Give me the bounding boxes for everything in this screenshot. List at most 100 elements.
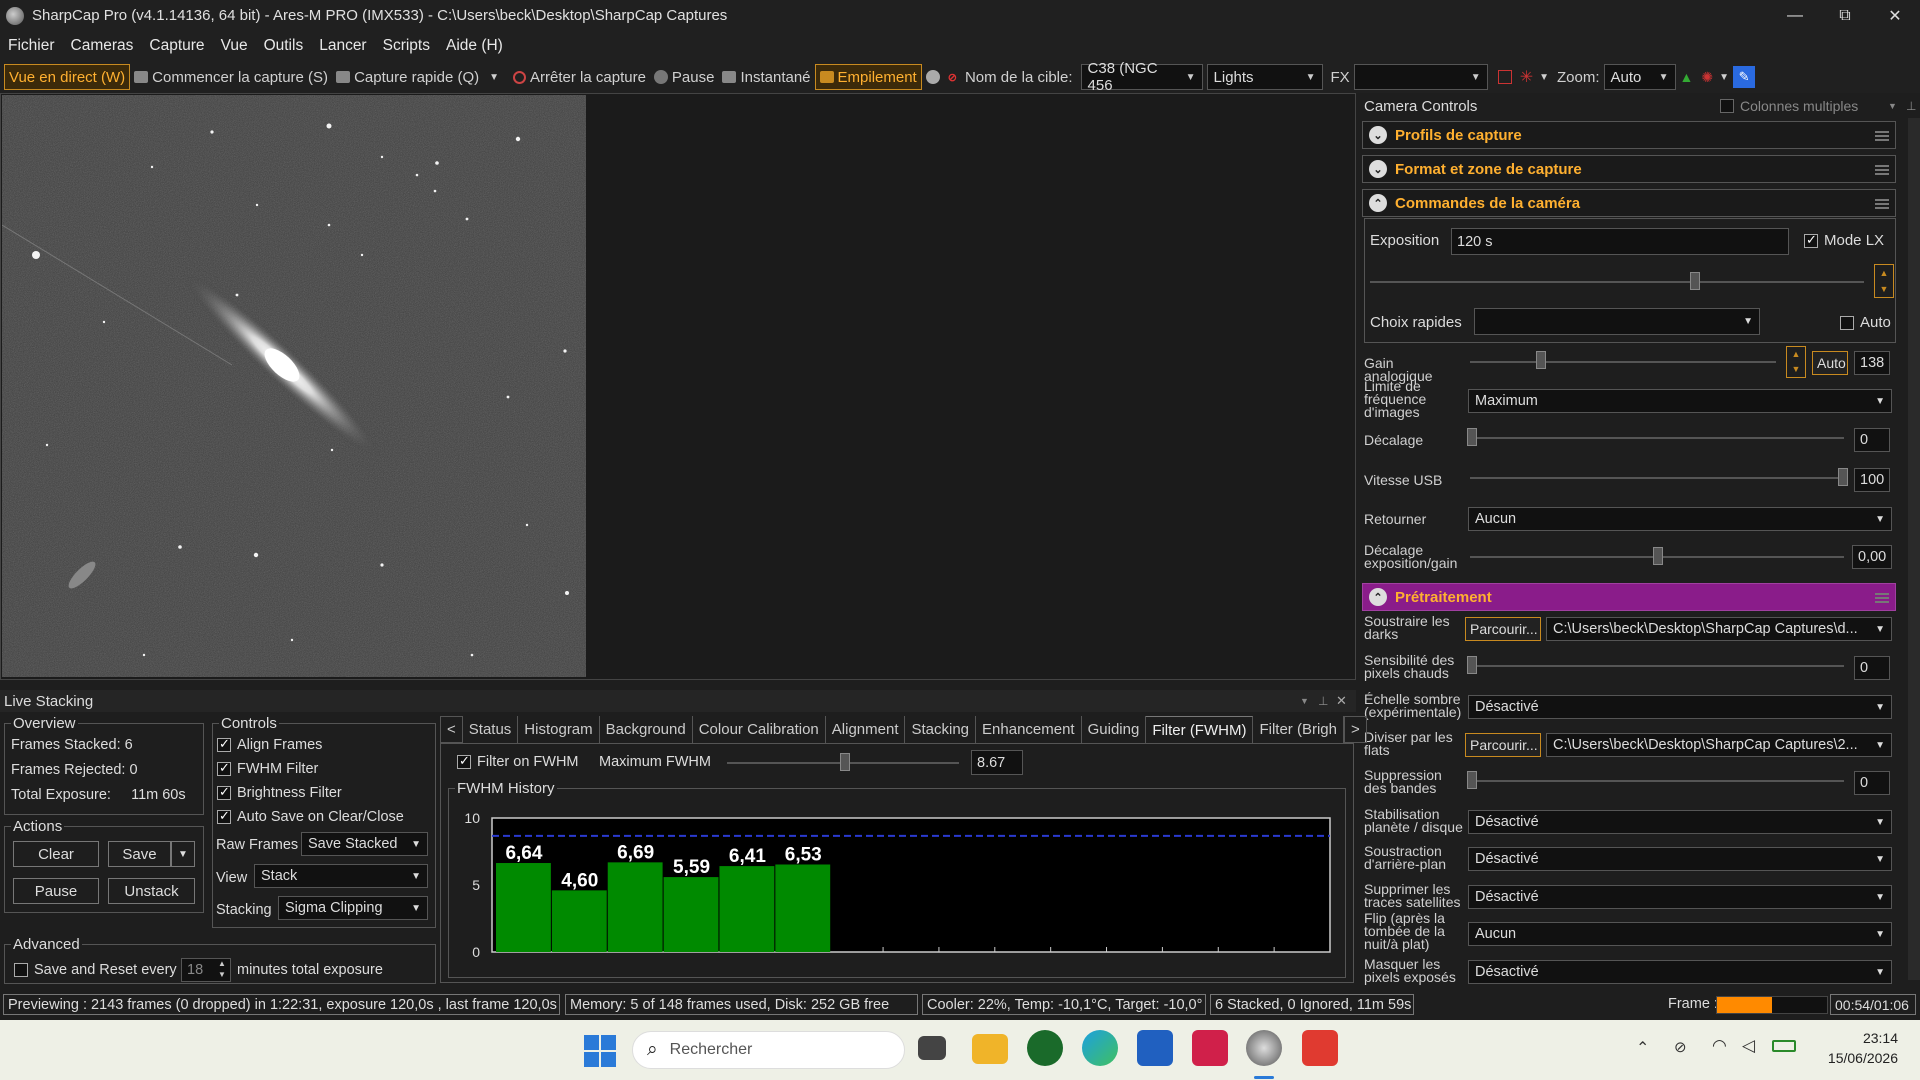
clock-time[interactable]: 23:14 <box>1838 1030 1898 1046</box>
sharpcap-taskbar-icon[interactable] <box>1246 1030 1282 1066</box>
exposure-input[interactable]: 120 s <box>1451 228 1789 255</box>
zoom-select[interactable]: Auto ▼ <box>1603 64 1676 90</box>
mask-pixels-select[interactable]: Désactivé ▼ <box>1468 960 1892 984</box>
restore-button[interactable]: ⧉ <box>1820 0 1870 31</box>
save-reset-checkbox[interactable] <box>14 963 28 977</box>
moon-button[interactable] <box>922 64 944 90</box>
offset-slider-thumb[interactable] <box>1467 428 1477 446</box>
quick-auto-checkbox[interactable] <box>1840 315 1854 330</box>
pin-icon[interactable]: ⊥ <box>1906 99 1916 113</box>
section-camera-commands[interactable]: ⌃ Commandes de la caméra <box>1362 189 1896 217</box>
offset-slider-track[interactable] <box>1470 437 1844 439</box>
multi-columns-option[interactable]: Colonnes multiples <box>1720 98 1858 114</box>
unstack-button[interactable]: Unstack <box>108 878 195 904</box>
gain-slider-thumb[interactable] <box>1536 351 1546 369</box>
snapshot-button[interactable]: Instantané <box>718 64 814 90</box>
flip-meridian-select[interactable]: Aucun ▼ <box>1468 922 1892 946</box>
save-reset-stepper[interactable]: ▲ ▼ <box>213 958 231 982</box>
clear-button[interactable]: Clear <box>13 841 99 867</box>
section-preprocessing[interactable]: ⌃ Prétraitement <box>1362 583 1896 611</box>
focus-button[interactable]: ✺ ▼ <box>1697 64 1733 90</box>
gain-slider-track[interactable] <box>1470 361 1776 363</box>
tab-background[interactable]: Background <box>600 716 693 743</box>
brightness-filter-checkbox[interactable] <box>217 784 231 800</box>
browse-flats-button[interactable]: Parcourir... <box>1465 733 1541 757</box>
lx-mode-checkbox[interactable] <box>1804 232 1818 248</box>
usb-value[interactable]: 100 <box>1854 468 1890 492</box>
menu-tools[interactable]: Outils <box>256 37 312 55</box>
app-red-icon[interactable] <box>1192 1030 1228 1066</box>
chevron-down-icon[interactable]: ▼ <box>1300 696 1309 706</box>
store-icon[interactable] <box>1137 1030 1173 1066</box>
menu-launch[interactable]: Lancer <box>311 37 374 55</box>
banding-value[interactable]: 0 <box>1854 771 1890 795</box>
clock-date[interactable]: 15/06/2026 <box>1818 1050 1898 1066</box>
volume-icon[interactable]: ◁ <box>1742 1036 1755 1056</box>
hot-pixel-slider-track[interactable] <box>1470 665 1844 667</box>
sat-trails-select[interactable]: Désactivé ▼ <box>1468 885 1892 909</box>
auto-save-option[interactable]: Auto Save on Clear/Close <box>217 808 404 825</box>
task-view-icon[interactable] <box>918 1036 946 1060</box>
target-name-select[interactable]: C38 (NGC 456 ▼ <box>1080 60 1203 94</box>
pin-icon[interactable]: ⊥ <box>1318 694 1328 708</box>
histogram-button[interactable]: ▲ <box>1676 64 1698 90</box>
battery-icon[interactable] <box>1772 1040 1796 1052</box>
pause-stacking-button[interactable]: Pause <box>13 878 99 904</box>
start-capture-button[interactable]: Commencer la capture (S) <box>130 64 332 90</box>
exp-gain-slider-thumb[interactable] <box>1653 547 1663 565</box>
save-reset-option[interactable]: Save and Reset every <box>14 962 177 978</box>
frame-type-select[interactable]: Lights ▼ <box>1206 64 1323 90</box>
hot-pixel-value[interactable]: 0 <box>1854 656 1890 680</box>
view-select[interactable]: Stack ▼ <box>254 864 428 888</box>
align-frames-option[interactable]: Align Frames <box>217 736 322 753</box>
stacking-method-select[interactable]: Sigma Clipping ▼ <box>278 896 428 920</box>
raw-frames-select[interactable]: Save Stacked ▼ <box>301 832 428 856</box>
gain-stepper[interactable]: ▲ ▼ <box>1786 346 1806 378</box>
planet-stab-select[interactable]: Désactivé ▼ <box>1468 810 1892 834</box>
close-icon[interactable]: ✕ <box>1336 693 1347 709</box>
tab-scroll-left[interactable]: < <box>440 716 463 743</box>
live-view-button[interactable]: Vue en direct (W) <box>4 64 131 90</box>
banding-slider-thumb[interactable] <box>1467 771 1477 789</box>
gain-value[interactable]: 138 <box>1854 351 1890 375</box>
network-off-icon[interactable]: ⊘ <box>1674 1038 1687 1056</box>
menu-cameras[interactable]: Cameras <box>63 37 142 55</box>
tab-colour-calibration[interactable]: Colour Calibration <box>693 716 826 743</box>
dark-scale-select[interactable]: Désactivé ▼ <box>1468 695 1892 719</box>
menu-scripts[interactable]: Scripts <box>375 37 438 55</box>
minimize-button[interactable]: — <box>1770 0 1820 31</box>
exposure-slider-thumb[interactable] <box>1690 272 1700 290</box>
exp-gain-offset-value[interactable]: 0,00 <box>1852 545 1892 569</box>
menu-icon[interactable] <box>1875 165 1889 175</box>
wifi-icon[interactable]: ◠ <box>1712 1036 1727 1056</box>
hot-pixel-slider-thumb[interactable] <box>1467 656 1477 674</box>
flats-path-select[interactable]: C:\Users\beck\Desktop\SharpCap Captures\… <box>1546 733 1892 757</box>
right-panel-scrollbar[interactable] <box>1908 118 1920 980</box>
tab-filter-fwhm[interactable]: Filter (FWHM) <box>1146 716 1254 743</box>
align-frames-checkbox[interactable] <box>217 736 231 752</box>
fwhm-filter-checkbox[interactable] <box>217 760 231 776</box>
menu-capture[interactable]: Capture <box>141 37 212 55</box>
menu-view[interactable]: Vue <box>213 37 256 55</box>
brightness-filter-option[interactable]: Brightness Filter <box>217 784 342 801</box>
reticle-button[interactable] <box>1494 64 1516 90</box>
filter-on-fwhm-checkbox[interactable] <box>457 753 471 769</box>
app-green-icon[interactable] <box>1027 1030 1063 1066</box>
guide-button[interactable]: ✎ <box>1733 66 1756 88</box>
menu-icon[interactable] <box>1875 593 1889 603</box>
pause-button[interactable]: Pause <box>650 64 719 90</box>
banding-slider-track[interactable] <box>1470 780 1844 782</box>
bg-sub-select[interactable]: Désactivé ▼ <box>1468 847 1892 871</box>
tab-filter-brightness[interactable]: Filter (Brigh <box>1253 716 1344 743</box>
offset-value[interactable]: 0 <box>1854 428 1890 452</box>
menu-icon[interactable] <box>1875 131 1889 141</box>
quick-choices-select[interactable]: ▼ <box>1474 308 1760 335</box>
usb-slider-track[interactable] <box>1470 477 1844 479</box>
save-button[interactable]: Save <box>108 841 171 867</box>
chevron-down-icon[interactable]: ▼ <box>489 72 499 83</box>
frame-rate-select[interactable]: Maximum ▼ <box>1468 389 1892 413</box>
chevron-down-icon[interactable]: ▼ <box>1888 101 1897 111</box>
gain-auto-button[interactable]: Auto <box>1812 351 1848 375</box>
flip-select[interactable]: Aucun ▼ <box>1468 507 1892 531</box>
app-red-arrow-icon[interactable] <box>1302 1030 1338 1066</box>
